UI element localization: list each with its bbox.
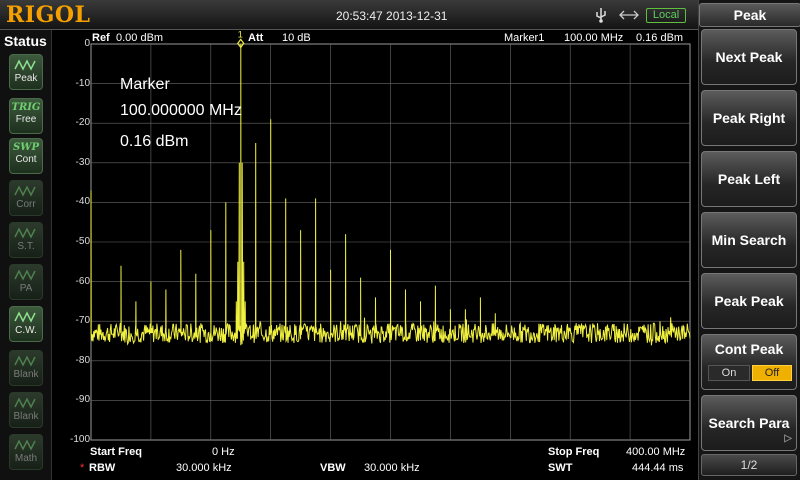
stop-freq-value[interactable]: 400.00 MHz bbox=[626, 446, 685, 458]
min-search-button[interactable]: Min Search bbox=[701, 212, 797, 268]
search-param-button[interactable]: Search Para ▷ bbox=[701, 395, 797, 451]
softkey-label: Peak Right bbox=[712, 110, 786, 126]
status-button-c-w-[interactable]: C.W. bbox=[9, 306, 43, 342]
marker1-frequency: 100.00 MHz bbox=[564, 32, 624, 44]
softkey-label: Next Peak bbox=[715, 49, 783, 65]
status-button-blank[interactable]: Blank bbox=[9, 350, 43, 386]
swt-label: SWT bbox=[548, 462, 573, 474]
y-tick-label: -40 bbox=[75, 196, 90, 208]
start-freq-value[interactable]: 0 Hz bbox=[212, 446, 235, 458]
y-tick-label: 0 bbox=[84, 38, 90, 49]
network-icon bbox=[619, 10, 639, 20]
y-tick-label: -50 bbox=[75, 236, 90, 247]
softkey-label: Search Para bbox=[708, 415, 790, 431]
status-button-label: PA bbox=[19, 283, 33, 294]
waveform-icon bbox=[14, 185, 36, 197]
status-button-s-t-[interactable]: S.T. bbox=[9, 222, 43, 258]
cont-peak-button[interactable]: Cont Peak On Off bbox=[701, 334, 797, 390]
status-panel: Status Peak TRIG Free SWP Cont Corr S.T. PA C.W.… bbox=[0, 30, 52, 480]
peak-left-button[interactable]: Peak Left bbox=[701, 151, 797, 207]
status-button-label: Math bbox=[14, 453, 38, 464]
next-peak-button[interactable]: Next Peak bbox=[701, 29, 797, 85]
ref-level-value: 0.00 dBm bbox=[116, 32, 164, 44]
marker-readout-frequency: 100.000000 MHz bbox=[120, 102, 242, 119]
y-tick-label: -80 bbox=[75, 354, 90, 366]
marker1-label: Marker1 bbox=[504, 32, 545, 44]
datetime: 20:53:47 2013-12-31 bbox=[336, 9, 448, 23]
start-freq-label: Start Freq bbox=[90, 446, 142, 458]
waveform-icon bbox=[14, 227, 36, 239]
status-button-label: Blank bbox=[13, 411, 39, 422]
rbw-label: RBW bbox=[89, 462, 116, 474]
remote-status-badge: Local bbox=[646, 8, 686, 23]
rbw-manual-indicator: * bbox=[80, 462, 85, 474]
marker-readout-amplitude: 0.16 dBm bbox=[120, 133, 189, 150]
status-button-label: Corr bbox=[16, 199, 36, 210]
waveform-icon bbox=[14, 59, 36, 71]
y-tick-label: -20 bbox=[75, 117, 90, 129]
softkey-label: Min Search bbox=[711, 232, 787, 248]
attenuation-label: Att bbox=[248, 32, 264, 44]
status-button-swp[interactable]: SWP Cont bbox=[9, 138, 43, 174]
softkey-menu: Peak Next Peak Peak Right Peak Left Min … bbox=[698, 0, 800, 480]
vbw-value[interactable]: 30.000 kHz bbox=[364, 462, 420, 474]
status-button-title: TRIG bbox=[11, 102, 41, 113]
y-tick-label: -70 bbox=[75, 315, 90, 327]
status-button-blank[interactable]: Blank bbox=[9, 392, 43, 428]
top-bar: RIGOL 20:53:47 2013-12-31 Local bbox=[0, 0, 698, 30]
menu-page-indicator[interactable]: 1/2 bbox=[701, 454, 797, 476]
marker-readout-title: Marker bbox=[120, 76, 170, 93]
menu-title: Peak bbox=[699, 3, 800, 27]
softkey-label: Peak Left bbox=[717, 171, 781, 187]
status-button-value: Free bbox=[15, 114, 37, 125]
status-button-label: Peak bbox=[14, 73, 38, 84]
status-button-label: Blank bbox=[13, 369, 39, 380]
status-button-label: C.W. bbox=[15, 325, 37, 336]
swt-value[interactable]: 444.44 ms bbox=[632, 462, 683, 474]
marker-number-label: 1 bbox=[238, 30, 243, 39]
stop-freq-label: Stop Freq bbox=[548, 446, 600, 458]
waveform-icon bbox=[14, 439, 36, 451]
cont-peak-toggle[interactable]: On Off bbox=[708, 365, 792, 381]
y-tick-label: -30 bbox=[75, 156, 90, 168]
status-button-trig[interactable]: TRIG Free bbox=[9, 98, 43, 134]
y-tick-label: -10 bbox=[75, 77, 90, 89]
waveform-icon bbox=[14, 269, 36, 281]
toggle-off-option[interactable]: Off bbox=[752, 365, 792, 381]
peak-right-button[interactable]: Peak Right bbox=[701, 90, 797, 146]
y-tick-label: -60 bbox=[75, 275, 90, 287]
peak-peak-button[interactable]: Peak Peak bbox=[701, 273, 797, 329]
status-button-math[interactable]: Math bbox=[9, 434, 43, 470]
status-button-peak[interactable]: Peak bbox=[9, 54, 43, 90]
softkey-label: Cont Peak bbox=[714, 341, 784, 357]
ref-level-label: Ref bbox=[92, 32, 110, 44]
waveform-icon bbox=[14, 311, 36, 323]
status-button-corr[interactable]: Corr bbox=[9, 180, 43, 216]
waveform-icon bbox=[14, 397, 36, 409]
waveform-icon bbox=[14, 355, 36, 367]
rbw-value[interactable]: 30.000 kHz bbox=[176, 462, 232, 474]
softkey-label: Peak Peak bbox=[714, 293, 784, 309]
status-button-value: Cont bbox=[15, 154, 37, 165]
y-tick-label: -100 bbox=[69, 434, 90, 445]
status-button-title: SWP bbox=[13, 142, 39, 153]
status-button-pa[interactable]: PA bbox=[9, 264, 43, 300]
vbw-label: VBW bbox=[320, 462, 346, 474]
y-tick-label: -90 bbox=[75, 394, 90, 406]
toggle-on-option[interactable]: On bbox=[708, 365, 750, 381]
marker1-amplitude: 0.16 dBm bbox=[636, 32, 684, 44]
submenu-arrow-icon: ▷ bbox=[784, 433, 792, 444]
usb-icon bbox=[596, 8, 606, 23]
status-title: Status bbox=[4, 33, 47, 49]
attenuation-value: 10 dB bbox=[282, 32, 311, 44]
status-button-label: S.T. bbox=[17, 241, 35, 252]
brand-logo: RIGOL bbox=[6, 2, 91, 28]
